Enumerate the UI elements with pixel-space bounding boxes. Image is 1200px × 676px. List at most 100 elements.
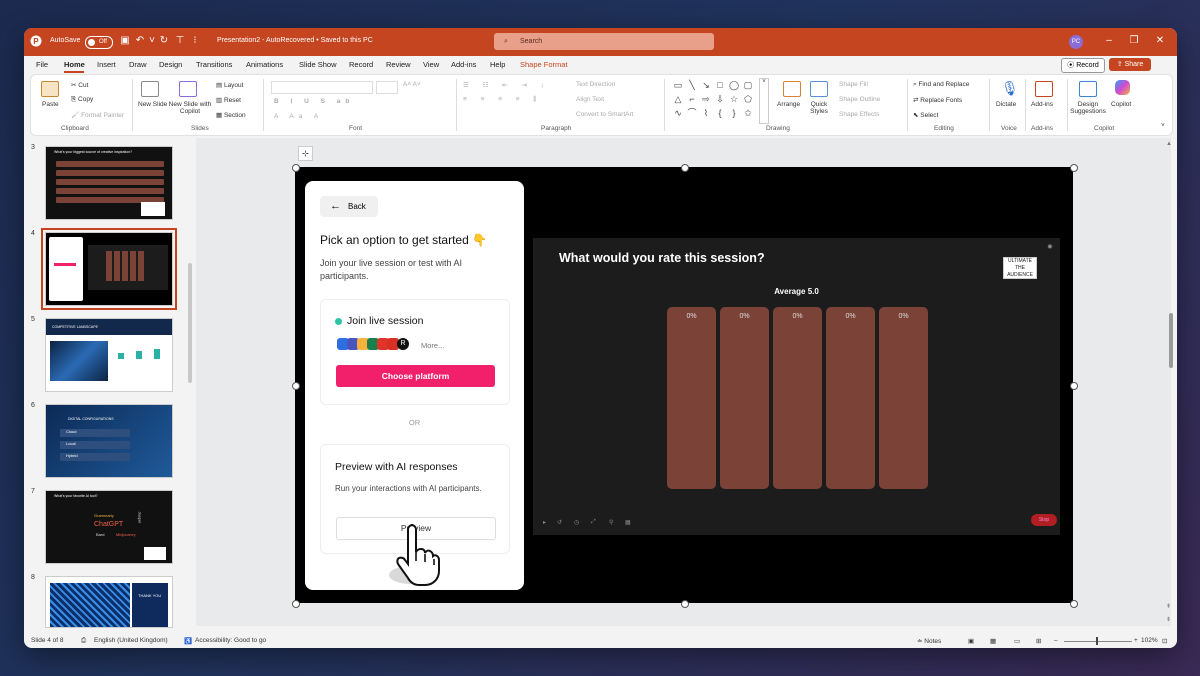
more-platforms-link[interactable]: More... [421, 341, 444, 350]
copilot-slide-icon[interactable] [179, 81, 197, 97]
copilot-button[interactable]: Copilot [1111, 101, 1131, 108]
font-size-field[interactable] [376, 81, 398, 94]
section-button[interactable]: ▦ Section [216, 111, 246, 119]
designer-icon[interactable] [1079, 81, 1097, 97]
align-icons[interactable]: ≡ ≡ ≡ ≡ ⫼ [463, 96, 542, 104]
resize-handle[interactable] [292, 600, 300, 608]
dictate-button[interactable]: Dictate [996, 101, 1016, 108]
play-icon[interactable]: ▸ [543, 519, 546, 526]
new-slide-icon[interactable] [141, 81, 159, 97]
search-box[interactable]: ⌕ Search [494, 33, 714, 50]
cut-button[interactable]: ✂ Cut [71, 81, 88, 89]
new-slide-copilot-button[interactable]: New Slide with Copilot [168, 101, 212, 115]
minimize-icon[interactable]: – [1099, 34, 1119, 48]
convert-smartart-button[interactable]: Convert to SmartArt [576, 111, 633, 118]
list-icons[interactable]: ☰ ☷ ⇤ ⇥ ↕ [463, 81, 550, 89]
qr-icon[interactable]: ▦ [625, 519, 631, 526]
settings-gear-icon[interactable]: ✹ [1047, 243, 1053, 251]
find-replace-button[interactable]: ⌕ Find and Replace [913, 81, 969, 89]
arrange-icon[interactable] [783, 81, 801, 97]
tab-home[interactable]: Home [64, 60, 85, 69]
paste-icon[interactable] [41, 81, 59, 97]
slide-thumbnail-4[interactable] [41, 228, 177, 310]
copilot-icon[interactable] [1115, 80, 1130, 95]
next-slide-icon[interactable]: ⇟ [1166, 616, 1171, 623]
shape-fill-button[interactable]: Shape Fill [839, 81, 868, 88]
slide-thumbnail-3[interactable]: What's your biggest source of creative i… [45, 146, 173, 220]
microphone-icon[interactable]: 🎙 [1001, 80, 1019, 97]
tab-insert[interactable]: Insert [97, 60, 116, 69]
zoom-in-icon[interactable]: + [1134, 637, 1138, 644]
format-painter-button[interactable]: 🖌 Format Painter [71, 111, 124, 119]
select-button[interactable]: ⬉ Select [913, 111, 938, 119]
resize-handle[interactable] [1070, 600, 1078, 608]
tab-add-ins[interactable]: Add-ins [451, 60, 476, 69]
font-name-field[interactable] [271, 81, 373, 94]
current-slide[interactable]: ← Back Pick an option to get started 👇 J… [295, 167, 1073, 603]
layout-options-icon[interactable]: ⊹ [298, 146, 313, 161]
customize-toolbar-icon[interactable]: ⁝ [189, 35, 201, 47]
text-direction-button[interactable]: Text Direction [576, 81, 615, 88]
tab-transitions[interactable]: Transitions [196, 60, 232, 69]
tab-slide-show[interactable]: Slide Show [299, 60, 337, 69]
zoom-out-icon[interactable]: – [1054, 637, 1058, 644]
new-slide-button[interactable]: New Slide [138, 101, 168, 108]
language-status[interactable]: English (United Kingdom) [94, 637, 168, 644]
slide-thumbnail-6[interactable]: DIGITAL CONFIGURATIONS Cloud Local Hybri… [45, 404, 173, 478]
share-button[interactable]: ⇪ Share [1109, 58, 1151, 71]
align-text-button[interactable]: Align Text [576, 96, 604, 103]
reading-view-icon[interactable]: ▭ [1014, 637, 1020, 645]
normal-view-icon[interactable]: ▣ [968, 637, 974, 645]
slide-thumbnail-8[interactable]: THANK YOU [45, 576, 173, 628]
tab-animations[interactable]: Animations [246, 60, 283, 69]
slide-sorter-icon[interactable]: ▦ [990, 637, 996, 645]
save-icon[interactable]: ▣ [119, 35, 131, 47]
canvas-scrollbar[interactable] [1169, 313, 1173, 368]
shapes-gallery[interactable]: ▭ ╲ ↘ □ ◯ ▢ △ ⌐ ⇨ ⇩ ☆ ⬠ ∿ ⌒ ⌇ {} ✩ [671, 78, 761, 123]
maximize-icon[interactable]: ❐ [1124, 34, 1144, 48]
resize-handle[interactable] [292, 164, 300, 172]
reset-icon[interactable]: ↺ [557, 519, 562, 526]
back-button[interactable]: ← Back [320, 196, 378, 217]
fit-to-window-icon[interactable]: ⊡ [1162, 637, 1167, 645]
font-size-increase-icon[interactable]: A˄ A˅ [403, 81, 421, 88]
stop-button[interactable]: Stop [1031, 514, 1057, 526]
copy-button[interactable]: ⎘ Copy [71, 96, 93, 104]
tab-shape-format[interactable]: Shape Format [520, 60, 568, 69]
timer-icon[interactable]: ◷ [574, 519, 579, 526]
font-format-icons[interactable]: B I U S ab [274, 98, 354, 105]
shape-effects-button[interactable]: Shape Effects [839, 111, 879, 118]
zoom-level[interactable]: 102% [1141, 637, 1158, 644]
resize-handle[interactable] [681, 164, 689, 172]
undo-icon[interactable]: ↶ [134, 35, 146, 47]
tab-review[interactable]: Review [386, 60, 411, 69]
layout-button[interactable]: ▤ Layout [216, 81, 243, 89]
tab-record[interactable]: Record [349, 60, 373, 69]
accessibility-icon[interactable]: ♿ [184, 637, 192, 645]
autosave-toggle[interactable]: Off [85, 36, 113, 49]
slideshow-view-icon[interactable]: ⊞ [1036, 637, 1041, 645]
quick-styles-icon[interactable] [810, 81, 828, 97]
thumbnail-scrollbar[interactable] [188, 263, 192, 383]
tab-design[interactable]: Design [159, 60, 182, 69]
zoom-slider[interactable] [1064, 641, 1132, 642]
choose-platform-button[interactable]: Choose platform [336, 365, 495, 387]
close-icon[interactable]: ✕ [1150, 34, 1170, 48]
slide-thumbnail-5[interactable]: COMPETITIVE LANDSCAPE [45, 318, 173, 392]
present-icon[interactable]: ⊤ [174, 35, 186, 47]
tab-view[interactable]: View [423, 60, 439, 69]
add-ins-button[interactable]: Add-ins [1031, 101, 1053, 108]
replace-fonts-button[interactable]: ⇄ Replace Fonts [913, 96, 962, 104]
tab-draw[interactable]: Draw [129, 60, 147, 69]
notes-button[interactable]: ≐ Notes [917, 637, 941, 645]
add-ins-icon[interactable] [1035, 81, 1053, 97]
zoom-slider-thumb[interactable] [1096, 637, 1098, 645]
pin-icon[interactable]: ⚲ [609, 519, 613, 526]
shapes-more-icon[interactable]: ˅ [759, 78, 769, 124]
resize-handle[interactable] [681, 600, 689, 608]
slide-thumbnail-7[interactable]: What's your favorite AI tool? Grammarly … [45, 490, 173, 564]
tab-help[interactable]: Help [490, 60, 505, 69]
reset-button[interactable]: ▥ Reset [216, 96, 241, 104]
redo-icon[interactable]: ↻ [158, 35, 170, 47]
collapse-ribbon-icon[interactable]: ˅ [1161, 122, 1165, 129]
